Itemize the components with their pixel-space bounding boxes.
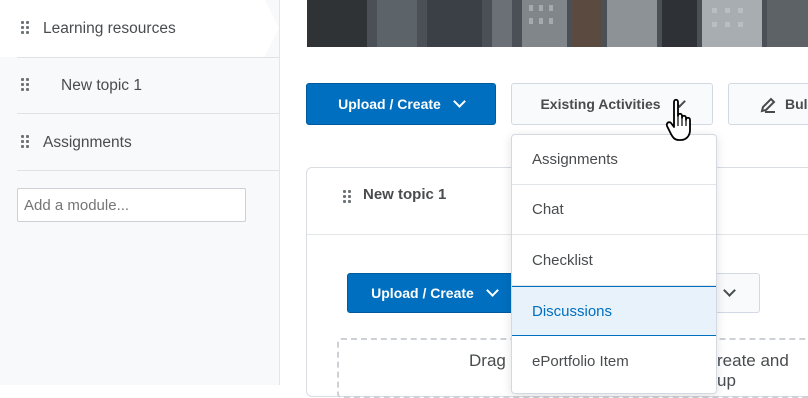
drag-handle-icon[interactable] — [21, 21, 29, 35]
menu-item-checklist[interactable]: Checklist — [512, 236, 716, 286]
drag-handle-icon[interactable] — [21, 78, 29, 92]
topic-upload-create-button[interactable]: Upload / Create — [347, 273, 521, 313]
drag-handle-icon[interactable] — [21, 135, 29, 149]
sidebar-item-label: New topic 1 — [61, 76, 142, 94]
drop-zone-text: Drag — [469, 351, 506, 370]
existing-activities-menu: Assignments Chat Checklist Discussions e… — [511, 134, 717, 394]
add-module-input[interactable] — [17, 188, 246, 222]
drop-zone-text-continued: reate and up — [717, 351, 789, 390]
chevron-down-icon — [485, 284, 499, 297]
drag-handle-icon[interactable] — [343, 190, 351, 204]
bulk-edit-button[interactable]: Bul — [728, 83, 808, 125]
existing-activities-label: Existing Activities — [540, 96, 661, 112]
module-sidebar: Learning resources New topic 1 Assignmen… — [0, 0, 280, 385]
hand-cursor-icon — [665, 98, 691, 141]
topic-title: New topic 1 — [363, 186, 447, 203]
sidebar-item-learning-resources[interactable]: Learning resources — [0, 0, 265, 57]
upload-create-label: Upload / Create — [338, 96, 441, 112]
bulk-edit-label: Bul — [785, 96, 808, 112]
menu-item-chat[interactable]: Chat — [512, 185, 716, 235]
module-banner-image — [307, 0, 808, 47]
upload-create-button[interactable]: Upload / Create — [306, 83, 496, 125]
chevron-down-icon — [723, 284, 736, 297]
sidebar-item-label: Learning resources — [43, 19, 176, 37]
chevron-down-icon — [452, 95, 466, 108]
sidebar-item-label: Assignments — [43, 133, 132, 151]
menu-item-discussions[interactable]: Discussions — [512, 286, 716, 336]
sidebar-item-assignments[interactable]: Assignments — [0, 114, 279, 171]
sidebar-item-new-topic[interactable]: New topic 1 — [0, 57, 279, 114]
menu-item-eportfolio[interactable]: ePortfolio Item — [512, 336, 716, 386]
upload-create-label: Upload / Create — [371, 285, 474, 301]
pencil-icon — [760, 97, 776, 113]
active-item-pointer — [265, 0, 279, 56]
